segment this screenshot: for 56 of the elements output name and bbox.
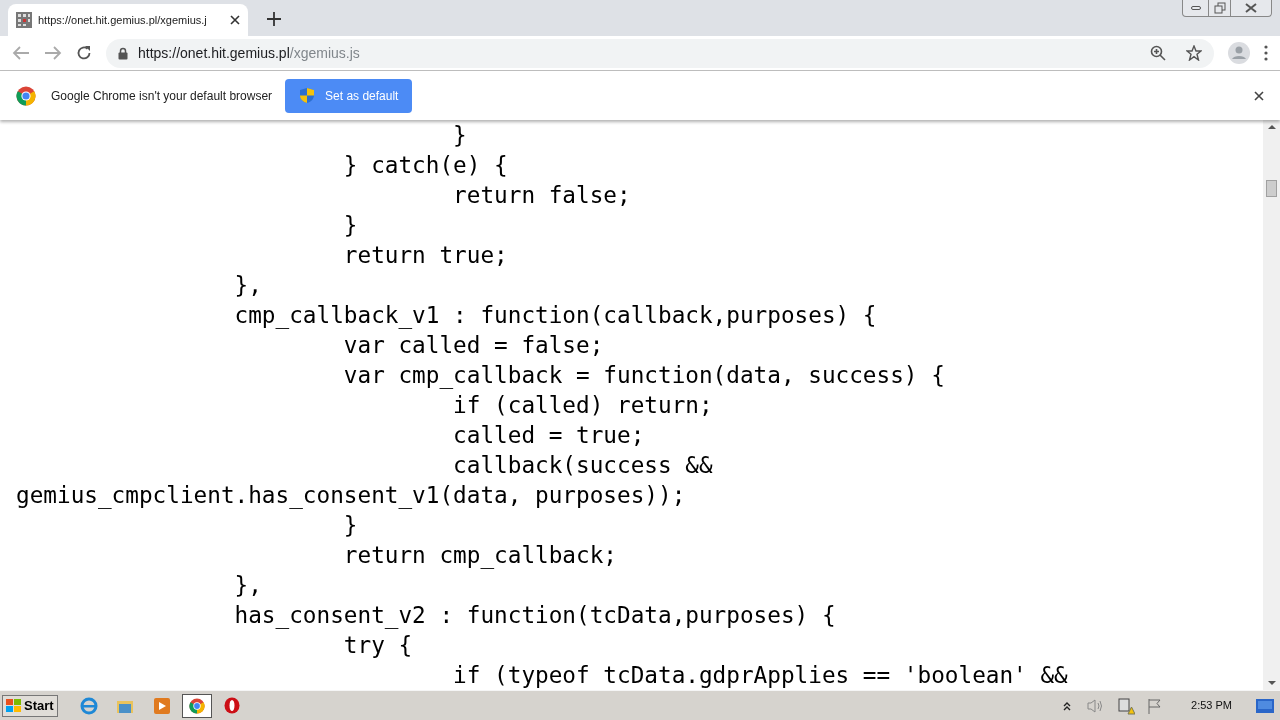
chrome-logo-icon — [188, 697, 205, 714]
code-line: return false; — [452, 182, 631, 208]
code-line: var cmp_callback = function(data, success) { — [342, 362, 945, 388]
code-line: }, — [233, 272, 262, 298]
code-line: callback(success && — [452, 452, 713, 478]
tab-title: https://onet.hit.gemius.pl/xgemius.j — [38, 12, 208, 28]
scrollbar[interactable] — [1263, 120, 1280, 690]
clock: 2:53 PM — [1191, 698, 1232, 714]
scroll-down-icon[interactable] — [1267, 680, 1276, 686]
code-line: called = true; — [452, 422, 645, 448]
flag-icon[interactable] — [1147, 697, 1164, 714]
code-line: return cmp_callback; — [342, 542, 617, 568]
code-line: has_consent_v2 : function(tcData,purposes) { — [233, 602, 836, 628]
minimize-icon — [1190, 6, 1201, 10]
code-line: } catch(e) { — [342, 152, 508, 178]
code-line: if (typeof tcData.gdprApplies == 'boolean' && — [452, 662, 1068, 688]
scrollbar-thumb[interactable] — [1266, 180, 1277, 197]
zoom-icon[interactable] — [1150, 45, 1166, 61]
code-line: try { — [342, 632, 413, 658]
reload-icon[interactable] — [76, 45, 92, 61]
chrome-logo-icon — [16, 85, 36, 106]
url-text: https://onet.hit.gemius.pl/xgemius.js — [138, 43, 360, 63]
chrome-taskbar-button[interactable] — [181, 693, 212, 718]
code-line: }, — [233, 572, 262, 598]
chevron-up-icon[interactable] — [1063, 700, 1072, 711]
windows-logo-icon — [6, 698, 22, 713]
button-label: Set as default — [325, 87, 399, 105]
shield-icon — [299, 87, 316, 104]
close-icon[interactable] — [1254, 90, 1264, 101]
code-line: gemius_cmpclient.has_consent_v1(data, purposes)); — [16, 482, 686, 508]
show-desktop-icon[interactable] — [1256, 698, 1274, 713]
grid-icon — [16, 12, 32, 28]
menu-icon[interactable] — [1264, 45, 1268, 61]
address-bar[interactable]: https://onet.hit.gemius.pl/xgemius.js — [106, 38, 1214, 68]
code-line: if (called) return; — [452, 392, 713, 418]
close-icon — [1245, 3, 1257, 13]
start-button[interactable]: Start — [2, 694, 58, 717]
code-line: } — [452, 122, 467, 148]
lock-icon — [118, 46, 128, 60]
browser-tab[interactable]: https://onet.hit.gemius.pl/xgemius.j — [8, 4, 248, 36]
media-player-icon[interactable] — [153, 697, 170, 714]
close-icon[interactable] — [230, 15, 240, 25]
code-line: } — [342, 512, 358, 538]
code-line: cmp_callback_v1 : function(callback,purposes) { — [233, 302, 877, 328]
code-line: return true; — [342, 242, 508, 268]
network-warning-icon[interactable] — [1117, 696, 1136, 715]
new-tab-icon[interactable] — [267, 12, 281, 26]
code-line: var called = false; — [342, 332, 604, 358]
code-line: } — [342, 212, 358, 238]
browser-e-icon[interactable] — [79, 696, 98, 715]
profile-icon[interactable] — [1228, 42, 1250, 64]
start-label: Start — [24, 696, 54, 715]
infobar-message: Google Chrome isn't your default browser — [51, 87, 273, 105]
scroll-up-icon[interactable] — [1267, 124, 1276, 130]
opera-icon[interactable] — [223, 697, 240, 714]
star-icon[interactable] — [1186, 45, 1202, 61]
